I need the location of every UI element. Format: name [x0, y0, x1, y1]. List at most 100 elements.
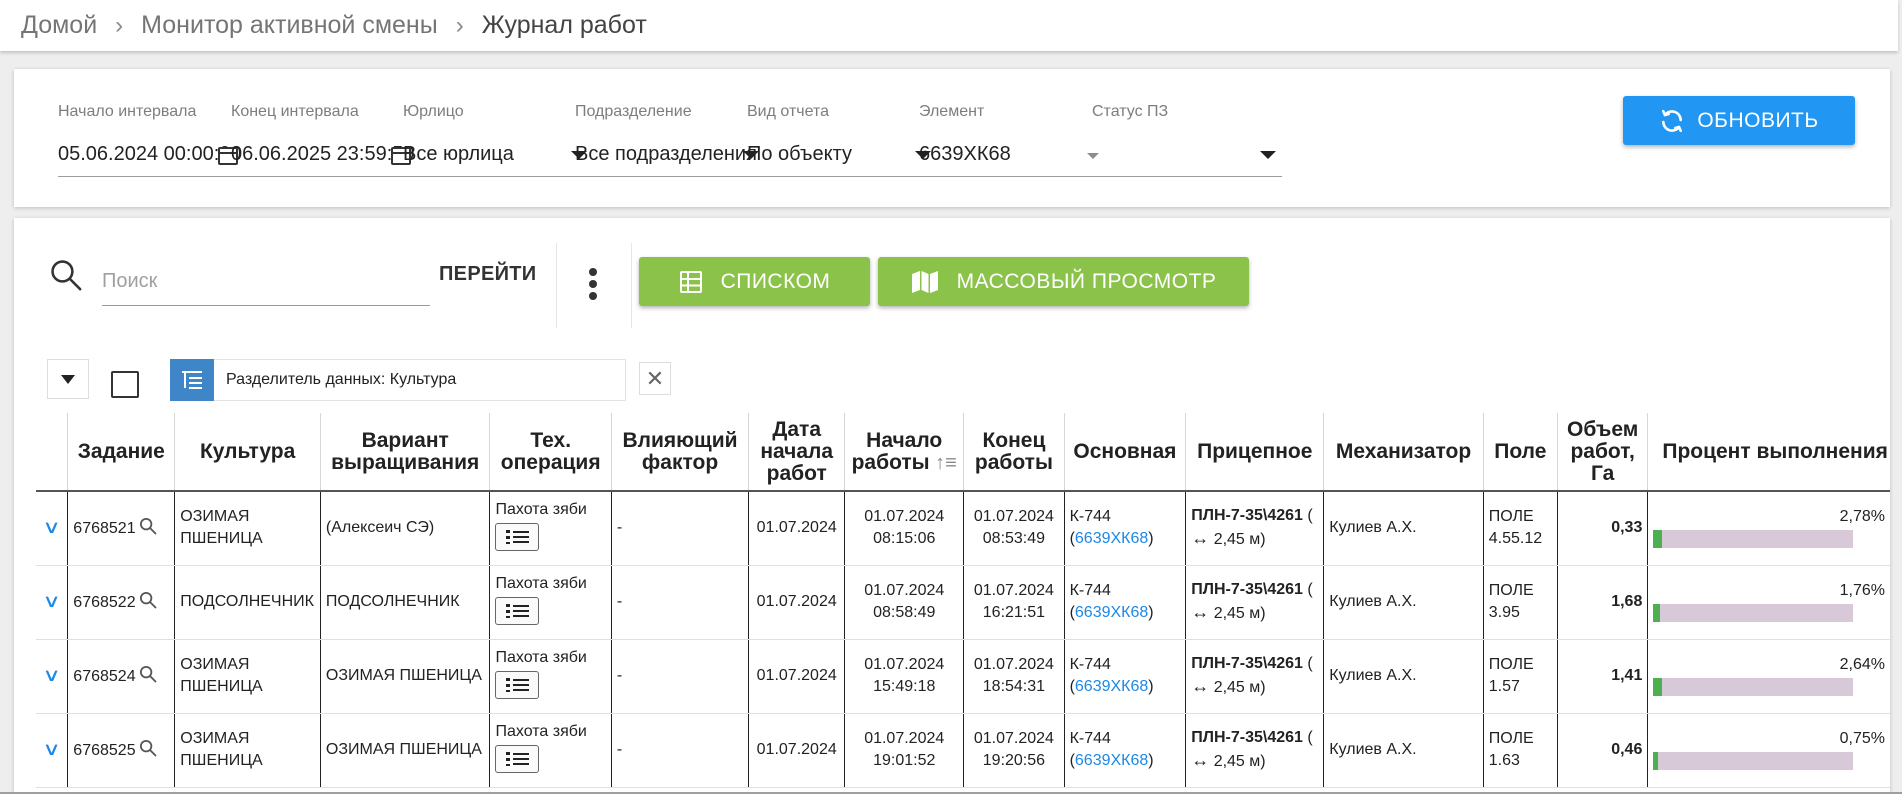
status-select[interactable]: Статус ПЗ: [1092, 103, 1282, 177]
legal-entity-select[interactable]: Юрлицо Все юрлица: [403, 103, 593, 177]
more-options-icon[interactable]: [588, 268, 598, 308]
table-row[interactable]: ∨ 6768524 ОЗИМАЯ ПШЕНИЦА ОЗИМАЯ ПШЕНИЦА …: [36, 639, 1890, 714]
header-field[interactable]: Поле: [1482, 413, 1558, 492]
map-icon: [911, 270, 938, 293]
vehicle-plate-link[interactable]: 6639ХК68: [1075, 752, 1148, 769]
end-interval-value: 06.06.2025 23:59:59: [231, 143, 415, 165]
division-value-box[interactable]: Все подразделения: [575, 133, 765, 177]
report-type-value: По объекту: [747, 143, 852, 165]
table-row[interactable]: ∨ 6768525 ОЗИМАЯ ПШЕНИЦА ОЗИМАЯ ПШЕНИЦА …: [36, 713, 1890, 788]
breadcrumb-section[interactable]: Монитор активной смены: [141, 11, 438, 40]
search-icon[interactable]: [139, 739, 157, 757]
status-label: Статус ПЗ: [1092, 103, 1169, 120]
percent-text: 0,75%: [1839, 730, 1885, 747]
end-interval-field[interactable]: Конец интервала 06.06.2025 23:59:59: [231, 103, 421, 177]
variant-cell: ПОДСОЛНЕЧНИК: [319, 565, 490, 640]
refresh-button[interactable]: ОБНОВИТЬ: [1623, 96, 1855, 145]
report-type-label: Вид отчета: [747, 103, 830, 120]
culture-cell: ОЗИМАЯ ПШЕНИЦА: [174, 491, 321, 566]
search-icon[interactable]: [139, 665, 157, 683]
element-value-box[interactable]: 6639ХК68: [919, 133, 1109, 177]
start-interval-input[interactable]: 05.06.2024 00:00:00: [58, 133, 248, 177]
progress-bar: [1653, 604, 1854, 622]
table-grid-icon: [679, 270, 702, 293]
expand-row-button[interactable]: ∨: [36, 565, 68, 640]
header-end[interactable]: Конец работы: [963, 413, 1065, 492]
trailer-open: (: [1302, 729, 1313, 746]
filter-panel: Начало интервала 05.06.2024 00:00:00 Кон…: [14, 69, 1890, 207]
factor-cell: -: [610, 565, 749, 640]
end-interval-input[interactable]: 06.06.2025 23:59:59: [231, 133, 421, 177]
volume-cell: 1,68: [1556, 565, 1648, 640]
report-type-value-box[interactable]: По объекту: [747, 133, 937, 177]
progress-bar: [1653, 678, 1854, 696]
operation-cell: Пахота зяби: [489, 639, 612, 714]
header-start[interactable]: Начало работы ↑≡: [844, 413, 964, 492]
close-icon[interactable]: ✕: [639, 362, 671, 395]
trailer-name: ПЛН-7-35\4261: [1191, 729, 1303, 746]
header-volume[interactable]: Объем работ, Га: [1556, 413, 1648, 492]
legal-entity-label: Юрлицо: [403, 103, 464, 120]
main-vehicle-cell: К-744 (6639ХК68): [1063, 491, 1186, 566]
header-trailer[interactable]: Прицепное: [1185, 413, 1324, 492]
list-view-label: СПИСКОМ: [720, 269, 831, 293]
width-arrows-icon: ↔: [1191, 750, 1210, 770]
expand-all-button[interactable]: [47, 359, 89, 399]
list-view-button[interactable]: СПИСКОМ: [639, 257, 870, 306]
header-percent[interactable]: Процент выполнения: [1647, 413, 1890, 492]
search-icon[interactable]: [139, 591, 157, 609]
status-value-box[interactable]: [1092, 133, 1282, 177]
volume-cell: 0,46: [1556, 713, 1648, 788]
header-factor[interactable]: Влияющий фактор: [610, 413, 749, 492]
expand-row-button[interactable]: ∨: [36, 639, 68, 714]
vehicle-plate-link[interactable]: 6639ХК68: [1075, 604, 1148, 621]
operator-cell: Кулиев А.Х.: [1323, 639, 1484, 714]
expand-row-button[interactable]: ∨: [36, 713, 68, 788]
task-cell: 6768525: [67, 713, 175, 788]
operation-details-icon[interactable]: [495, 670, 540, 699]
operation-name: Пахота зяби: [495, 722, 587, 740]
go-button[interactable]: ПЕРЕЙТИ: [439, 263, 536, 286]
start-interval-field[interactable]: Начало интервала 05.06.2024 00:00:00: [58, 103, 248, 177]
header-operation[interactable]: Тех. операция: [489, 413, 612, 492]
search-input[interactable]: [102, 258, 430, 306]
legal-entity-value-box[interactable]: Все юрлица: [403, 133, 593, 177]
end-cell: 01.07.2024 16:21:51: [963, 565, 1065, 640]
operation-details-icon[interactable]: [495, 596, 540, 625]
vehicle-plate-link[interactable]: 6639ХК68: [1075, 678, 1148, 695]
search-icon[interactable]: [139, 517, 157, 535]
start-date: 01.07.2024: [864, 656, 945, 673]
header-variant[interactable]: Вариант выращивания: [319, 413, 490, 492]
progress-fill: [1656, 678, 1662, 696]
breadcrumb-home[interactable]: Домой: [21, 11, 97, 40]
field-number: 3.95: [1488, 604, 1520, 621]
mass-view-button[interactable]: МАССОВЫЙ ПРОСМОТР: [878, 257, 1249, 306]
end-date: 01.07.2024: [973, 656, 1054, 673]
header-main[interactable]: Основная: [1063, 413, 1186, 492]
sort-ascending-icon[interactable]: ↑≡: [930, 452, 957, 474]
dropdown-arrow-icon[interactable]: [1260, 151, 1276, 159]
header-culture[interactable]: Культура: [174, 413, 321, 492]
header-date[interactable]: Дата начала работ: [748, 413, 845, 492]
element-value: 6639ХК68: [919, 143, 1011, 165]
start-date-cell: 01.07.2024: [748, 491, 845, 566]
width-arrows-icon: ↔: [1191, 602, 1210, 622]
vehicle-plate-link[interactable]: 6639ХК68: [1075, 530, 1148, 547]
operation-details-icon[interactable]: [495, 744, 540, 773]
table-row[interactable]: ∨ 6768522 ПОДСОЛНЕЧНИК ПОДСОЛНЕЧНИК Пахо…: [36, 565, 1890, 640]
task-number: 6768521: [73, 519, 136, 537]
report-type-select[interactable]: Вид отчета По объекту: [747, 103, 937, 177]
vehicle-close: ): [1148, 678, 1154, 695]
operation-details-icon[interactable]: [495, 522, 540, 551]
start-date-cell: 01.07.2024: [748, 639, 845, 714]
select-all-checkbox[interactable]: [111, 371, 139, 398]
expand-row-button[interactable]: ∨: [36, 491, 68, 566]
field-cell: ПОЛЕ 3.95: [1482, 565, 1558, 640]
table-row[interactable]: ∨ 6768521 ОЗИМАЯ ПШЕНИЦА (Алексеич СЭ) П…: [36, 491, 1890, 566]
grouping-label: Разделитель данных: Культура: [226, 371, 457, 388]
division-select[interactable]: Подразделение Все подразделения: [575, 103, 765, 177]
header-task[interactable]: Задание: [67, 413, 175, 492]
grouping-chip[interactable]: Разделитель данных: Культура: [170, 358, 626, 401]
element-select[interactable]: Элемент 6639ХК68: [919, 103, 1109, 177]
header-operator[interactable]: Механизатор: [1323, 413, 1484, 492]
